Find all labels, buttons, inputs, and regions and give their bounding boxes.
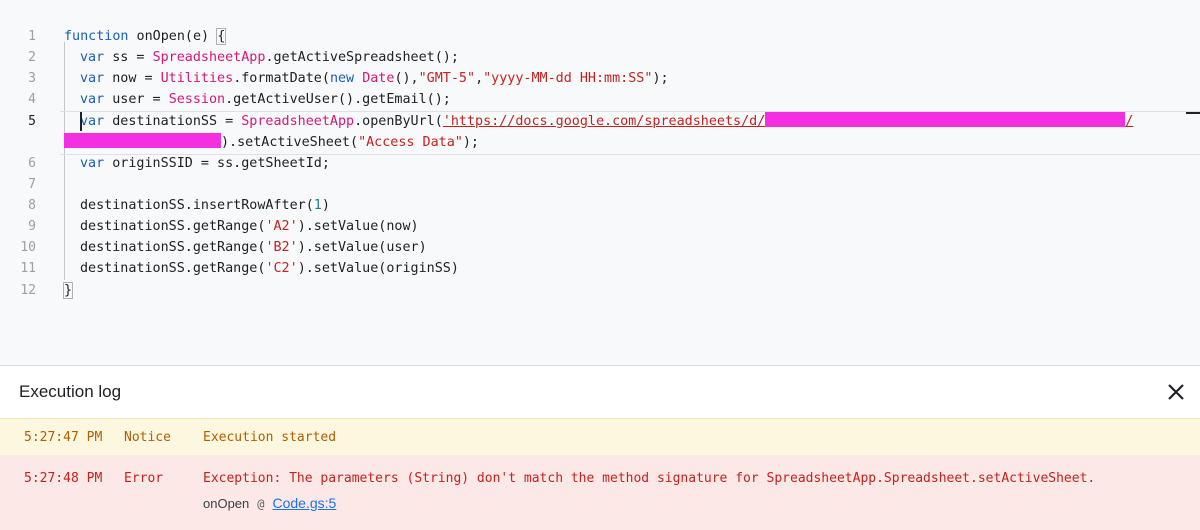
code-line[interactable]: 7	[0, 174, 1200, 195]
redaction-bar	[64, 133, 221, 148]
code-text: ).setValue(now)	[297, 219, 419, 234]
keyword: function	[64, 29, 129, 44]
matched-brace: {	[216, 28, 227, 45]
code-text: ).setActiveSheet(	[221, 135, 359, 150]
code-text: .getActiveSpreadsheet();	[265, 50, 459, 65]
number-literal: 1	[313, 198, 322, 213]
code-text: originSSID = ss.getSheetId;	[104, 156, 330, 171]
source-link[interactable]: Code.gs:5	[273, 495, 337, 511]
log-title: Execution log	[19, 382, 122, 401]
code-line[interactable]: 12 }	[0, 280, 1200, 301]
code-text: user =	[104, 92, 169, 107]
line-number: 10	[20, 240, 36, 255]
code-text: ss =	[104, 50, 153, 65]
code-line[interactable]: 2 var ss = SpreadsheetApp.getActiveSprea…	[0, 47, 1200, 68]
url-string[interactable]: 'https://docs.google.com/spreadsheets/d/	[443, 114, 765, 129]
code-text: destinationSS.insertRowAfter(	[80, 198, 314, 213]
stack-location: onOpen @ Code.gs:5	[203, 495, 336, 511]
code-text: )	[321, 198, 330, 213]
code-text: ).setValue(user)	[297, 240, 427, 255]
string-literal: 'B2'	[265, 240, 298, 255]
line-number: 11	[20, 261, 36, 276]
code-text: ).setValue(originSS)	[297, 261, 459, 276]
line-number: 5	[28, 114, 36, 129]
class-name: SpreadsheetApp	[152, 50, 266, 65]
url-string[interactable]: /	[1125, 114, 1133, 129]
redaction-bar	[765, 112, 1126, 127]
code-line[interactable]: 4 var user = Session.getActiveUser().get…	[0, 89, 1200, 110]
code-text: destinationSS.getRange(	[80, 219, 266, 234]
line-number: 6	[28, 156, 36, 171]
keyword: var	[80, 71, 105, 86]
code-line-wrapped[interactable]: ).setActiveSheet("Access Data");	[0, 132, 1200, 153]
code-editor[interactable]: 1 function onOpen(e) { 2 var ss = Spread…	[0, 0, 1200, 365]
code-text: now =	[104, 71, 161, 86]
code-line[interactable]: 1 function onOpen(e) {	[0, 26, 1200, 47]
keyword: new	[329, 71, 355, 86]
line-number: 7	[28, 177, 36, 192]
line-number: 9	[28, 219, 36, 234]
close-icon[interactable]	[1166, 382, 1186, 402]
code-line-active[interactable]: 5 var destinationSS = SpreadsheetApp.ope…	[0, 111, 1200, 132]
execution-log-panel: Execution log 5:27:47 PM Notice Executio…	[0, 365, 1200, 530]
matched-brace: }	[62, 282, 74, 299]
string-literal: "GMT-5"	[418, 71, 476, 86]
line-number: 2	[28, 50, 36, 65]
string-literal: 'C2'	[265, 261, 298, 276]
line-number: 8	[28, 198, 36, 213]
code-text: (),	[394, 71, 419, 86]
code-line[interactable]: 9 destinationSS.getRange('A2').setValue(…	[0, 216, 1200, 237]
log-time: 5:27:47 PM	[24, 430, 103, 445]
log-message: Exception: The parameters (String) don't…	[203, 471, 1096, 486]
line-number: 12	[20, 283, 36, 298]
text-cursor	[80, 112, 82, 131]
code-line[interactable]: 8 destinationSS.insertRowAfter(1)	[0, 195, 1200, 216]
code-text: );	[462, 135, 479, 150]
keyword: var	[80, 156, 105, 171]
at-symbol: @	[257, 497, 265, 511]
log-severity: Error	[124, 471, 164, 486]
line-number: 4	[28, 92, 36, 107]
class-name: SpreadsheetApp	[241, 114, 355, 129]
keyword: var	[80, 50, 105, 65]
code-text: );	[652, 71, 669, 86]
code-line[interactable]: 6 var originSSID = ss.getSheetId;	[0, 153, 1200, 174]
log-time: 5:27:48 PM	[24, 471, 103, 486]
code-text: destinationSS.getRange(	[80, 240, 266, 255]
code-text: destinationSS.getRange(	[80, 261, 266, 276]
code-text: .formatDate(	[233, 71, 330, 86]
code-line[interactable]: 11 destinationSS.getRange('C2').setValue…	[0, 258, 1200, 279]
log-header: Execution log	[0, 366, 1200, 418]
keyword: var	[80, 92, 105, 107]
code-line[interactable]: 3 var now = Utilities.formatDate(new Dat…	[0, 68, 1200, 89]
log-severity: Notice	[124, 430, 171, 445]
string-literal: 'A2'	[265, 219, 298, 234]
class-name: Session	[168, 92, 226, 107]
class-name: Utilities	[160, 71, 234, 86]
log-entry-notice: 5:27:47 PM Notice Execution started	[0, 418, 1200, 457]
code-text: ,	[475, 71, 484, 86]
function-name: onOpen	[203, 496, 250, 511]
code-text: destinationSS =	[104, 114, 242, 129]
code-text: onOpen(e)	[128, 29, 218, 44]
log-message: Execution started	[203, 430, 337, 445]
keyword: var	[80, 114, 105, 129]
line-number: 3	[28, 71, 36, 86]
code-line[interactable]: 10 destinationSS.getRange('B2').setValue…	[0, 237, 1200, 258]
string-literal: "yyyy-MM-dd HH:mm:SS"	[483, 71, 653, 86]
log-entry-error: 5:27:48 PM Error Exception: The paramete…	[0, 455, 1200, 530]
class-name: Date	[362, 71, 395, 86]
code-text: .getActiveUser().getEmail();	[225, 92, 451, 107]
string-literal: "Access Data"	[358, 135, 463, 150]
line-number: 1	[28, 29, 36, 44]
code-text: .openByUrl(	[354, 114, 443, 129]
